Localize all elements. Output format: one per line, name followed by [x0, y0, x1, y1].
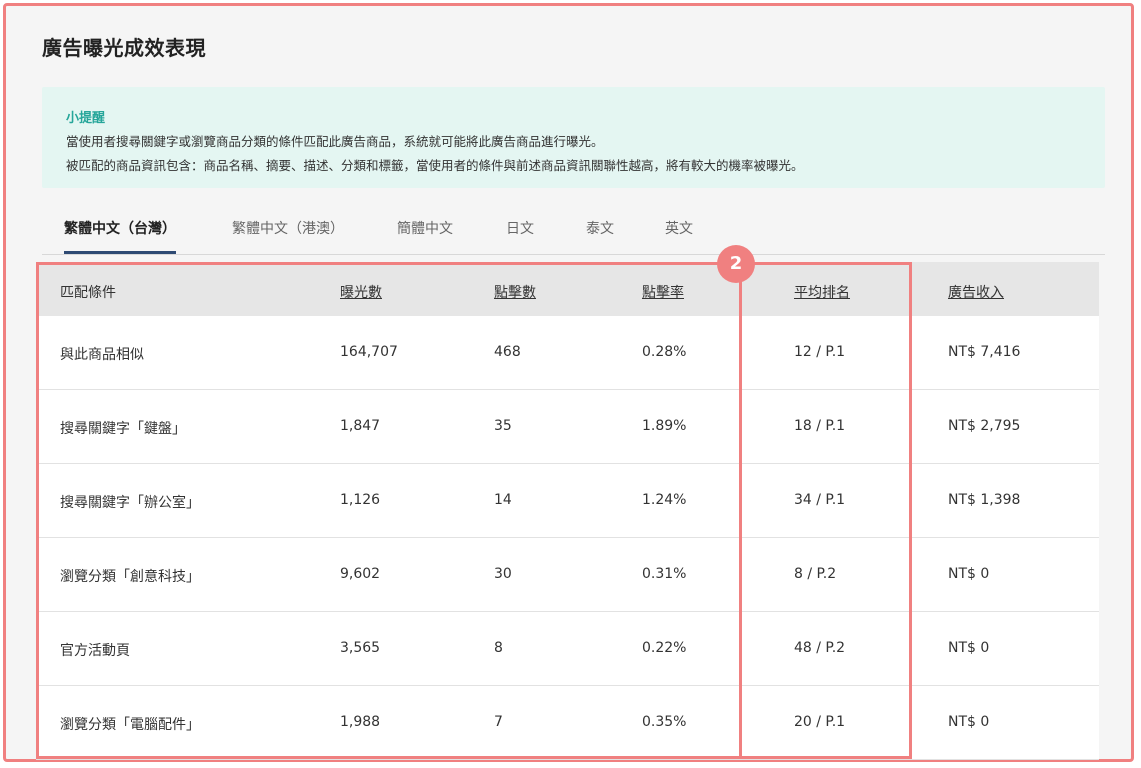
- tip-line-1: 當使用者搜尋關鍵字或瀏覽商品分類的條件匹配此廣告商品，系統就可能將此廣告商品進行…: [66, 134, 604, 149]
- header-match-condition: 匹配條件: [60, 285, 116, 301]
- page-title: 廣告曝光成效表現: [42, 36, 206, 60]
- table-row: 搜尋關鍵字「辦公室」 1,126 14 1.24% 34 / P.1 NT$ 1…: [36, 464, 1099, 538]
- cell-condition: 搜尋關鍵字「鍵盤」: [60, 421, 186, 437]
- language-tabs: 繁體中文（台灣） 繁體中文（港澳） 簡體中文 日文 泰文 英文: [42, 212, 1105, 255]
- table-header: 匹配條件 曝光數 點擊數 點擊率 平均排名 廣告收入: [36, 262, 1099, 316]
- cell-impressions: 1,847: [340, 418, 381, 434]
- cell-condition: 與此商品相似: [60, 347, 144, 363]
- table-row: 搜尋關鍵字「鍵盤」 1,847 35 1.89% 18 / P.1 NT$ 2,…: [36, 390, 1099, 464]
- cell-avg-rank: 48 / P.2: [794, 640, 846, 656]
- tip-title: 小提醒: [66, 111, 106, 126]
- cell-impressions: 3,565: [340, 640, 381, 656]
- tab-zh-tw[interactable]: 繁體中文（台灣）: [64, 218, 176, 254]
- cell-avg-rank: 20 / P.1: [794, 714, 846, 730]
- cell-impressions: 1,126: [340, 492, 381, 508]
- cell-ctr: 0.22%: [642, 640, 687, 656]
- header-ctr[interactable]: 點擊率: [642, 282, 684, 302]
- cell-revenue: NT$ 1,398: [948, 492, 1021, 508]
- cell-clicks: 8: [494, 640, 503, 656]
- cell-revenue: NT$ 2,795: [948, 418, 1021, 434]
- cell-clicks: 7: [494, 714, 503, 730]
- annotation-badge: 2: [717, 245, 755, 283]
- cell-revenue: NT$ 0: [948, 640, 990, 656]
- cell-avg-rank: 12 / P.1: [794, 344, 846, 360]
- cell-clicks: 468: [494, 344, 521, 360]
- header-clicks[interactable]: 點擊數: [494, 282, 536, 302]
- tab-zh-hk[interactable]: 繁體中文（港澳）: [232, 218, 344, 254]
- cell-avg-rank: 18 / P.1: [794, 418, 846, 434]
- header-ad-revenue[interactable]: 廣告收入: [948, 282, 1004, 302]
- table-row: 瀏覽分類「電腦配件」 1,988 7 0.35% 20 / P.1 NT$ 0: [36, 686, 1099, 760]
- cell-clicks: 14: [494, 492, 512, 508]
- cell-ctr: 0.35%: [642, 714, 687, 730]
- table-row: 與此商品相似 164,707 468 0.28% 12 / P.1 NT$ 7,…: [36, 316, 1099, 390]
- table-row: 官方活動頁 3,565 8 0.22% 48 / P.2 NT$ 0: [36, 612, 1099, 686]
- cell-clicks: 35: [494, 418, 512, 434]
- tab-zh-cn[interactable]: 簡體中文: [397, 218, 453, 254]
- cell-avg-rank: 8 / P.2: [794, 566, 837, 582]
- tab-th[interactable]: 泰文: [586, 218, 614, 254]
- performance-table: 匹配條件 曝光數 點擊數 點擊率 平均排名 廣告收入 與此商品相似 164,70…: [36, 262, 1099, 760]
- cell-avg-rank: 34 / P.1: [794, 492, 846, 508]
- cell-revenue: NT$ 0: [948, 566, 990, 582]
- table-row: 瀏覽分類「創意科技」 9,602 30 0.31% 8 / P.2 NT$ 0: [36, 538, 1099, 612]
- cell-revenue: NT$ 7,416: [948, 344, 1021, 360]
- cell-condition: 官方活動頁: [60, 643, 130, 659]
- header-impressions[interactable]: 曝光數: [340, 282, 382, 302]
- cell-ctr: 0.31%: [642, 566, 687, 582]
- cell-impressions: 9,602: [340, 566, 381, 582]
- tip-line-2: 被匹配的商品資訊包含：商品名稱、摘要、描述、分類和標籤，當使用者的條件與前述商品…: [66, 158, 804, 173]
- cell-ctr: 1.24%: [642, 492, 687, 508]
- header-avg-rank[interactable]: 平均排名: [794, 282, 850, 302]
- tab-en[interactable]: 英文: [665, 218, 693, 254]
- cell-clicks: 30: [494, 566, 512, 582]
- cell-condition: 瀏覽分類「創意科技」: [60, 569, 200, 585]
- tip-box: 小提醒 當使用者搜尋關鍵字或瀏覽商品分類的條件匹配此廣告商品，系統就可能將此廣告…: [42, 87, 1105, 188]
- cell-revenue: NT$ 0: [948, 714, 990, 730]
- cell-impressions: 164,707: [340, 344, 398, 360]
- cell-ctr: 0.28%: [642, 344, 687, 360]
- cell-impressions: 1,988: [340, 714, 381, 730]
- cell-ctr: 1.89%: [642, 418, 687, 434]
- cell-condition: 搜尋關鍵字「辦公室」: [60, 495, 200, 511]
- cell-condition: 瀏覽分類「電腦配件」: [60, 717, 200, 733]
- tab-ja[interactable]: 日文: [506, 218, 534, 254]
